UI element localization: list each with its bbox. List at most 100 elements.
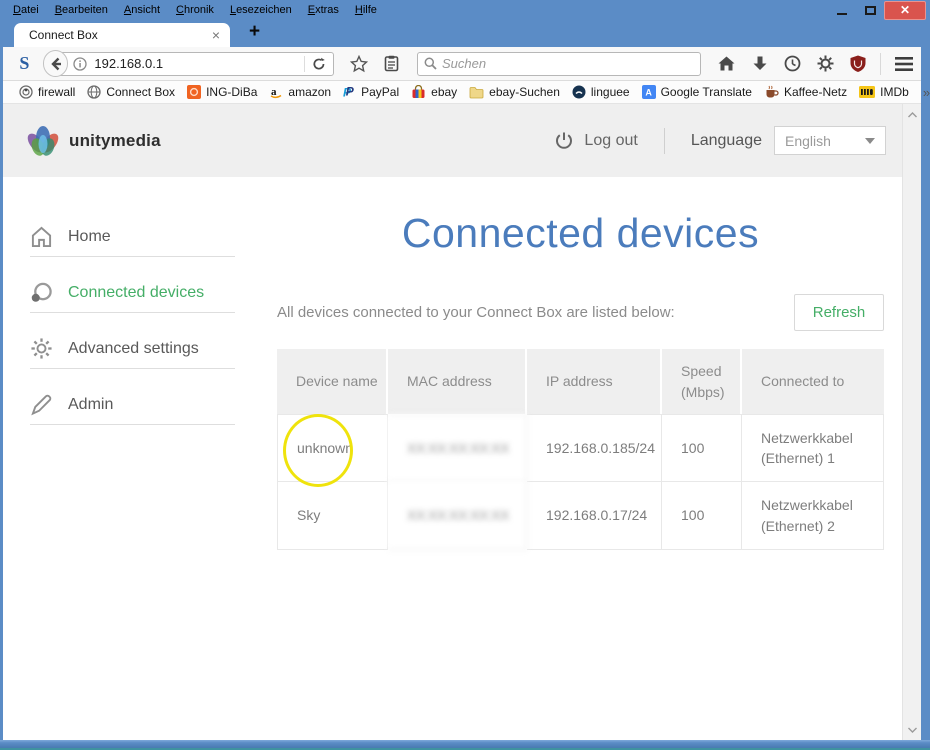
sidebar-item-admin[interactable]: Admin [30,394,235,425]
menu-chronik[interactable]: Chronik [169,2,221,18]
imdb-icon [859,86,876,98]
sidebar-item-home[interactable]: Home [30,226,235,257]
scroll-up-arrow[interactable] [903,106,921,123]
bookmark-paypal[interactable]: PP PayPal [337,81,405,103]
col-header-speed: Speed (Mbps) [662,349,742,414]
bookmark-amazon[interactable]: a amazon [263,81,337,103]
col-header-mac-address: MAC address [388,349,527,414]
header-actions: Log out Language English [554,126,886,155]
home-icon [31,226,52,247]
ebay-bag-icon [412,85,425,98]
menu-lesezeichen[interactable]: Lesezeichen [223,2,299,18]
ublock-shield-icon[interactable] [842,50,874,78]
bookmarks-toolbar: firewall Connect Box ING-DiBa a amazon P… [3,81,930,104]
bookmark-linguee[interactable]: linguee [566,81,636,103]
svg-text:A: A [645,88,652,98]
amazon-icon: a [271,86,282,99]
home-icon[interactable] [709,50,744,78]
addon-gear-icon[interactable] [809,50,842,78]
bookmarks-overflow-chevron[interactable]: » [915,85,930,100]
cell-mac-address-blurred: XX:XX:XX:XX:XX [388,482,527,550]
window-controls: ✕ [828,0,930,20]
minimize-icon [837,13,847,15]
menu-bar: Datei Bearbeiten Ansicht Chronik Lesezei… [0,2,384,18]
bookmark-ebay[interactable]: ebay [405,81,463,103]
devices-table: Device name MAC address IP address Speed… [277,349,884,550]
cell-ip-address: 192.168.0.17/24 [527,482,662,550]
col-header-device-name: Device name [277,349,388,414]
hamburger-menu-icon[interactable] [887,50,921,78]
folder-icon [469,86,484,98]
sidebar-nav: Home Connected devices Advanced settings… [30,226,235,455]
menu-hilfe[interactable]: Hilfe [348,2,384,18]
toolbar-divider [880,52,881,75]
cell-connected-to: Netzwerkkabel (Ethernet) 1 [742,414,884,482]
close-button[interactable]: ✕ [884,0,926,20]
page-title: Connected devices [401,210,760,256]
search-input[interactable] [442,56,694,71]
chevron-down-icon [865,137,875,144]
back-arrow-icon [50,57,61,70]
cell-device-name: unknown [277,414,388,482]
intro-row: All devices connected to your Connect Bo… [277,294,884,331]
logout-button[interactable]: Log out [554,131,638,151]
bookmarks-menu-icon[interactable] [376,50,407,78]
cell-ip-address: 192.168.0.185/24 [527,414,662,482]
search-box[interactable] [417,51,701,76]
cell-speed: 100 [662,414,742,482]
window-bottom-frame [0,740,930,750]
bookmark-connect-box[interactable]: Connect Box [81,81,181,103]
browser-window: Datei Bearbeiten Ansicht Chronik Lesezei… [0,0,930,750]
bookmark-imdb[interactable]: IMDb [853,81,915,103]
site-info-icon[interactable] [73,56,88,71]
main-content: Connected devices All devices connected … [277,177,884,550]
downloads-icon[interactable] [744,50,776,78]
reload-button[interactable] [305,57,333,71]
language-select[interactable]: English [774,126,886,155]
site-header: unitymedia Log out Language English [3,104,902,177]
bookmark-ebay-suchen[interactable]: ebay-Suchen [463,81,566,103]
scroll-down-arrow[interactable] [903,721,921,738]
bookmark-google-translate[interactable]: A Google Translate [636,81,758,103]
new-tab-button[interactable]: + [243,21,266,43]
tab-close-icon[interactable]: × [202,27,230,43]
url-bar[interactable]: 192.168.0.1 [54,51,334,76]
linguee-icon [572,85,586,99]
col-header-connected-to: Connected to [742,349,884,414]
toolbar-buttons [709,50,921,78]
cell-speed: 100 [662,482,742,550]
bookmark-kaffee-netz[interactable]: Kaffee-Netz [758,81,853,103]
bookmark-firewall[interactable]: firewall [13,81,81,103]
refresh-button[interactable]: Refresh [794,294,884,331]
sidebar-item-advanced-settings[interactable]: Advanced settings [30,338,235,369]
svg-text:P: P [346,85,355,99]
cell-connected-to: Netzwerkkabel (Ethernet) 2 [742,482,884,550]
table-header: Device name MAC address IP address Speed… [277,349,884,414]
menu-datei[interactable]: Datei [6,2,46,18]
logout-label: Log out [584,131,638,149]
menu-ansicht[interactable]: Ansicht [117,2,167,18]
table-row: Sky XX:XX:XX:XX:XX 192.168.0.17/24 100 N… [277,482,884,550]
bookmark-ing-diba[interactable]: ING-DiBa [181,81,263,103]
menu-extras[interactable]: Extras [301,2,346,18]
minimize-button[interactable] [828,1,856,19]
gear-icon [31,338,52,359]
maximize-button[interactable] [856,1,884,19]
browser-viewport: unitymedia Log out Language English Home… [3,104,921,740]
unitymedia-logo [27,125,59,156]
tab-connect-box[interactable]: Connect Box × [14,23,230,47]
session-manager-icon[interactable]: S [14,53,35,74]
connect-box-page: unitymedia Log out Language English Home… [3,104,902,740]
globe-icon [87,85,101,99]
history-clock-icon[interactable] [776,50,809,78]
navigation-toolbar: S 192.168.0.1 [3,47,921,81]
vertical-scrollbar[interactable] [902,104,921,740]
url-text[interactable]: 192.168.0.1 [94,56,304,71]
search-icon [424,57,437,70]
menu-bearbeiten[interactable]: Bearbeiten [48,2,115,18]
title-bar: Datei Bearbeiten Ansicht Chronik Lesezei… [0,0,930,20]
bookmark-star-icon[interactable] [342,50,376,78]
sidebar-item-connected-devices[interactable]: Connected devices [30,282,235,313]
cell-device-name: Sky [277,482,388,550]
table-body: unknown XX:XX:XX:XX:XX 192.168.0.185/24 … [277,414,884,550]
